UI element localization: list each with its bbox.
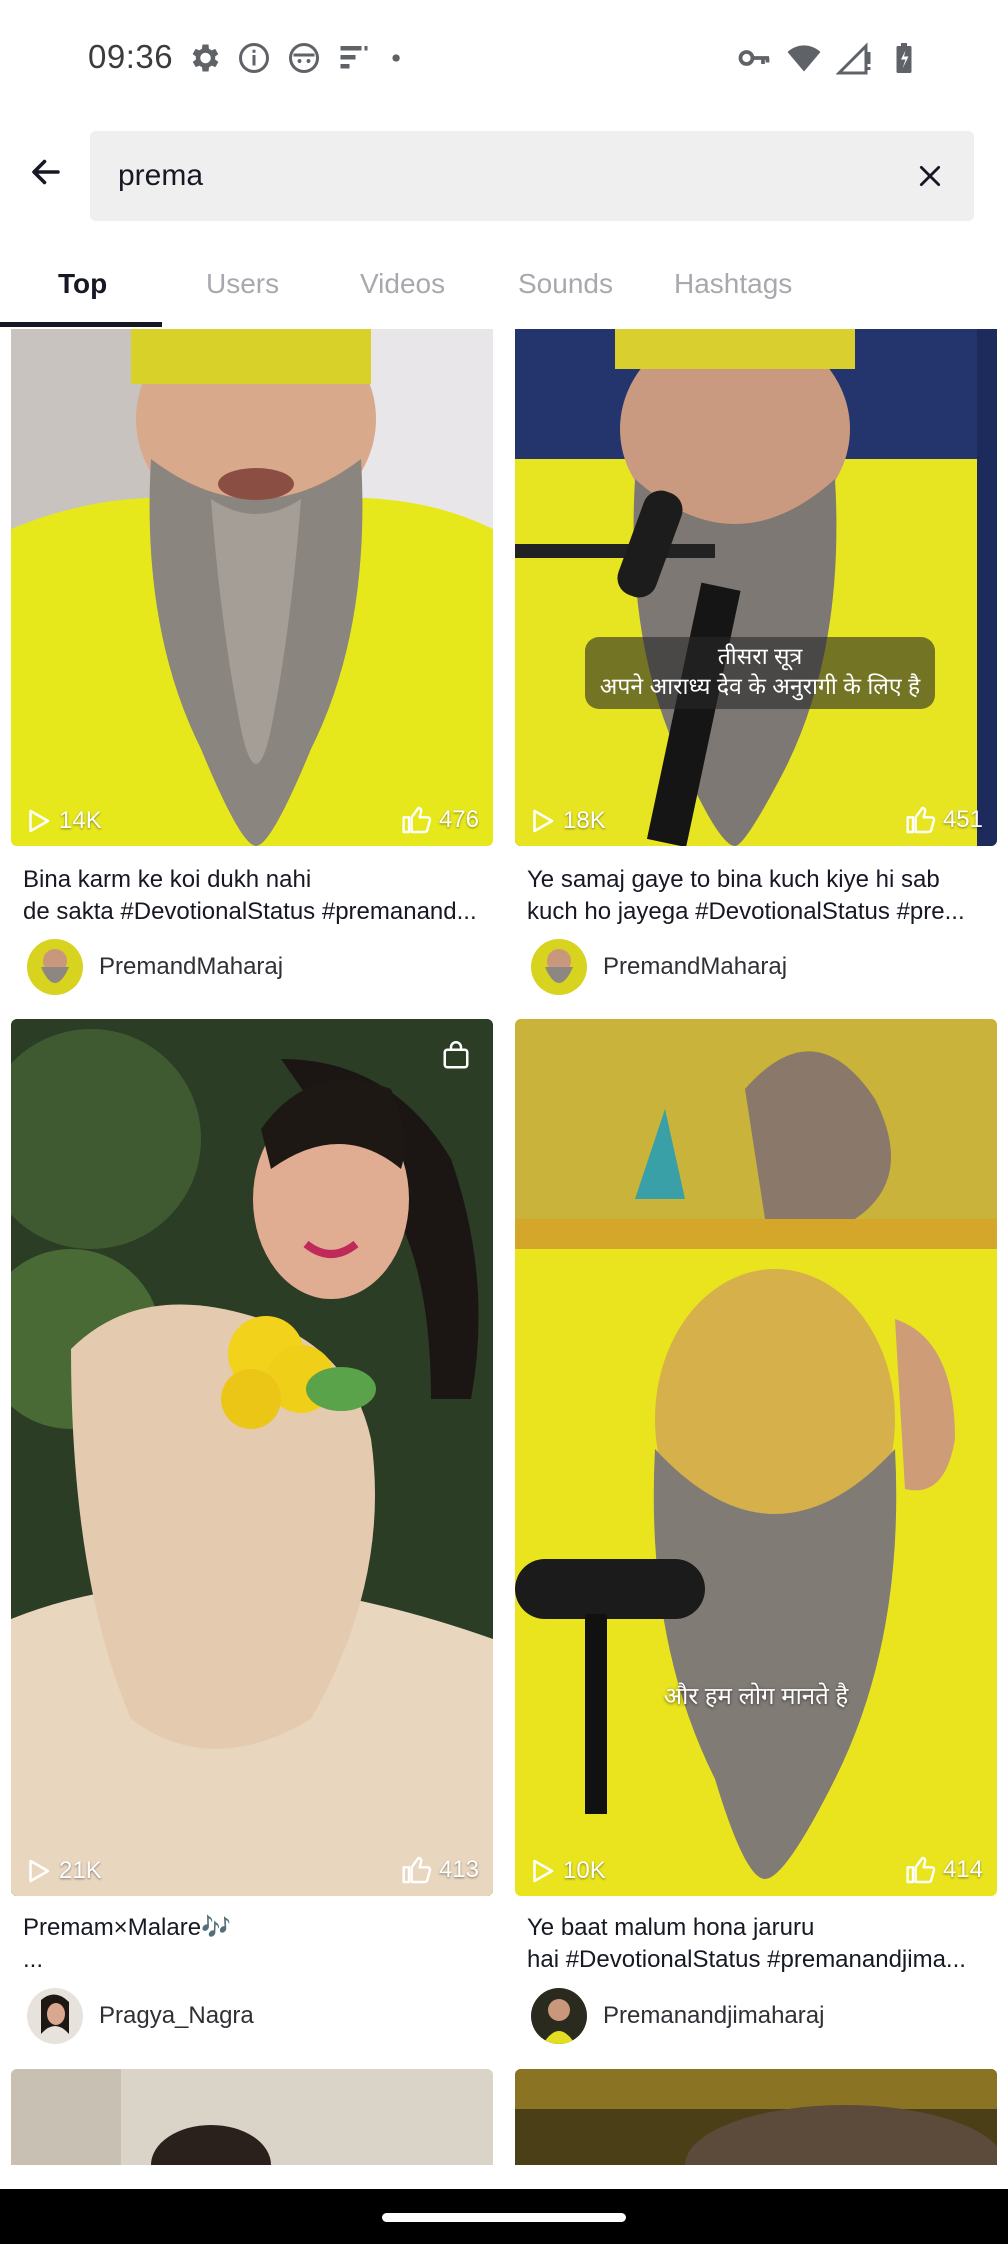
wifi-icon <box>787 45 821 72</box>
thumbs-up-icon <box>402 806 432 834</box>
thumbnail-image <box>11 329 493 846</box>
status-time: 09:36 <box>88 38 174 75</box>
video-card[interactable]: 21K 413 Premam×Malare🎶 ... Pragya_Nagra <box>11 1019 493 2069</box>
dot-icon <box>392 54 400 62</box>
author-row[interactable]: PremandMaharaj <box>27 939 283 995</box>
status-bar: 09:36 <box>0 0 1008 116</box>
clear-search-button[interactable] <box>910 156 950 196</box>
search-bar[interactable] <box>90 131 974 221</box>
like-count: 414 <box>905 1854 983 1886</box>
tab-top[interactable]: Top <box>58 268 107 300</box>
video-caption[interactable]: Bina karm ke koi dukh nahi de sakta #Dev… <box>23 864 483 928</box>
video-caption[interactable]: Ye samaj gaye to bina kuch kiye hi sab k… <box>527 864 987 928</box>
play-count-text: 10K <box>563 1857 606 1884</box>
avatar[interactable] <box>27 939 83 995</box>
author-name[interactable]: PremandMaharaj <box>603 953 787 981</box>
active-tab-indicator <box>0 322 162 327</box>
vpn-key-icon <box>738 50 770 66</box>
author-row[interactable]: Pragya_Nagra <box>27 1988 254 2044</box>
play-count: 14K <box>23 806 102 836</box>
avatar[interactable] <box>531 1988 587 2044</box>
tab-users[interactable]: Users <box>206 268 279 300</box>
overlay-line-2: अपने आराध्य देव के अनुरागी के लिए है <box>599 673 921 699</box>
play-count-text: 21K <box>59 1857 102 1884</box>
video-card[interactable] <box>515 2069 997 2165</box>
video-card[interactable]: 14K 476 Bina karm ke koi dukh nahi de sa… <box>11 329 493 995</box>
signal-bars-icon <box>340 46 368 69</box>
video-thumbnail[interactable] <box>11 2069 493 2165</box>
video-card[interactable]: और हम लोग मानते है 10K 414 Ye baat malum… <box>515 1019 997 2069</box>
play-icon <box>29 1859 50 1883</box>
author-name[interactable]: Pragya_Nagra <box>99 2002 254 2030</box>
thumbnail-image <box>11 2069 493 2165</box>
close-icon <box>919 165 941 187</box>
thumbs-up-icon <box>402 1856 432 1884</box>
author-name[interactable]: Premanandjimaharaj <box>603 2002 824 2030</box>
app-face-icon <box>289 43 319 73</box>
thumbnail-image <box>515 329 997 846</box>
search-tabs: Top Users Videos Sounds Hashtags <box>0 250 1008 328</box>
video-thumbnail[interactable]: और हम लोग मानते है 10K 414 <box>515 1019 997 1896</box>
video-caption[interactable]: Premam×Malare🎶 ... <box>23 1912 483 1976</box>
info-icon <box>239 43 269 73</box>
shopping-bag-icon <box>441 1041 471 1076</box>
home-gesture-pill[interactable] <box>382 2213 626 2222</box>
cell-signal-icon <box>836 42 871 75</box>
play-count-text: 18K <box>563 807 606 834</box>
like-count-text: 451 <box>942 806 983 833</box>
video-thumbnail[interactable]: 21K 413 <box>11 1019 493 1896</box>
video-caption[interactable]: Ye baat malum hona jaruru hai #Devotiona… <box>527 1912 987 1976</box>
video-thumbnail[interactable] <box>515 2069 997 2165</box>
thumbnail-image <box>515 2069 997 2165</box>
settings-icon <box>192 44 219 72</box>
results-grid: 14K 476 Bina karm ke koi dukh nahi de sa… <box>0 329 1008 2165</box>
play-icon <box>533 809 554 833</box>
tab-sounds[interactable]: Sounds <box>518 268 613 300</box>
play-count: 18K <box>527 806 606 836</box>
like-count: 413 <box>401 1854 479 1886</box>
tab-hashtags[interactable]: Hashtags <box>674 268 792 300</box>
arrow-left-icon <box>32 159 60 185</box>
battery-icon <box>896 43 912 73</box>
play-icon <box>533 1859 554 1883</box>
overlay-line-1: तीसरा सूत्र <box>717 643 803 669</box>
thumbs-up-icon <box>906 1856 936 1884</box>
play-icon <box>29 809 50 833</box>
author-row[interactable]: PremandMaharaj <box>531 939 787 995</box>
like-count: 476 <box>401 804 479 836</box>
video-overlay-text: और हम लोग मानते है <box>663 1683 849 1710</box>
video-card[interactable]: तीसरा सूत्र अपने आराध्य देव के अनुरागी क… <box>515 329 997 995</box>
play-count: 10K <box>527 1856 606 1886</box>
tab-videos[interactable]: Videos <box>360 268 445 300</box>
thumbnail-image <box>515 1019 997 1896</box>
avatar[interactable] <box>27 1988 83 2044</box>
thumbs-up-icon <box>906 806 936 834</box>
thumbnail-image <box>11 1019 493 1896</box>
video-overlay-text: तीसरा सूत्र अपने आराध्य देव के अनुरागी क… <box>585 641 935 701</box>
video-thumbnail[interactable]: 14K 476 <box>11 329 493 846</box>
author-name[interactable]: PremandMaharaj <box>99 953 283 981</box>
avatar[interactable] <box>531 939 587 995</box>
like-count-text: 414 <box>942 1856 983 1883</box>
like-count: 451 <box>905 804 983 836</box>
back-button[interactable] <box>20 146 72 198</box>
play-count-text: 14K <box>59 807 102 834</box>
video-thumbnail[interactable]: तीसरा सूत्र अपने आराध्य देव के अनुरागी क… <box>515 329 997 846</box>
author-row[interactable]: Premanandjimaharaj <box>531 1988 824 2044</box>
play-count: 21K <box>23 1856 102 1886</box>
search-input[interactable] <box>118 131 878 221</box>
like-count-text: 413 <box>438 1856 479 1883</box>
video-card[interactable] <box>11 2069 493 2165</box>
like-count-text: 476 <box>438 806 479 833</box>
